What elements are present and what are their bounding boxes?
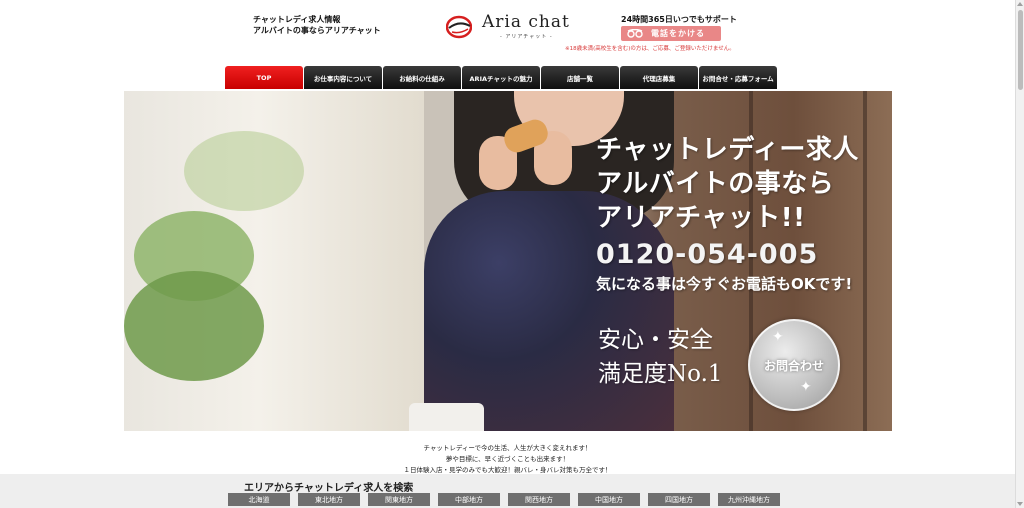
intro-text: チャットレディーで今の生活、人生が大きく変えれます！ 夢や目標に、早く近づくこと…: [0, 443, 1015, 476]
intro-line2: 夢や目標に、早く近づくことも出来ます！: [445, 455, 570, 463]
hero-safety-line2: 満足度No.1: [598, 361, 723, 387]
contact-button[interactable]: ✦ ✦ お問合わせ: [748, 319, 840, 411]
area-tab-shikoku[interactable]: 四国地方: [648, 493, 710, 506]
logo-subtitle: - アリアチャット -: [500, 34, 553, 40]
main-nav: TOP お仕事内容について お給料の仕組み ARIAチャットの魅力 店舗一覧 代…: [225, 66, 778, 89]
nav-item-agency[interactable]: 代理店募集: [620, 66, 698, 89]
age-notice: ※18歳未満(高校生を含む)の方は、ご応募、ご登録いただけません。: [565, 46, 735, 52]
area-tab-hokkaido[interactable]: 北海道: [228, 493, 290, 506]
hero-headline-line3: アリアチャット!!: [596, 203, 806, 233]
area-search-section: エリアからチャットレディ求人を検索 北海道 東北地方 関東地方 中部地方 関西地…: [0, 474, 1015, 508]
area-tab-tohoku[interactable]: 東北地方: [298, 493, 360, 506]
scroll-up-icon[interactable]: [1017, 2, 1023, 6]
hero-headline-line1: チャットレディー求人: [596, 135, 859, 165]
hero-cup: [409, 403, 484, 431]
area-search-title: エリアからチャットレディ求人を検索: [244, 483, 414, 494]
hero-phone-number[interactable]: 0120-054-005: [596, 239, 818, 270]
scrollbar-thumb[interactable]: [1018, 10, 1023, 90]
nav-item-appeal[interactable]: ARIAチャットの魅力: [462, 66, 540, 89]
page-scrollbar[interactable]: [1015, 0, 1024, 508]
area-tab-kansai[interactable]: 関西地方: [508, 493, 570, 506]
tagline-line2: アルバイトの事ならアリアチャット: [253, 26, 381, 35]
area-tab-kyushu-okinawa[interactable]: 九州沖縄地方: [718, 493, 780, 506]
site-logo[interactable]: Aria chat - アリアチャット -: [446, 12, 576, 42]
hero-foliage: [184, 131, 304, 211]
scroll-down-icon[interactable]: [1017, 502, 1023, 506]
intro-line1: チャットレディーで今の生活、人生が大きく変えれます！: [423, 444, 592, 452]
hero-safety-message: 安心・安全 満足度No.1: [598, 323, 723, 391]
nav-item-salary[interactable]: お給料の仕組み: [383, 66, 461, 89]
hero-headline: チャットレディー求人 アルバイトの事なら アリアチャット!!: [596, 133, 859, 235]
nav-item-top[interactable]: TOP: [225, 66, 303, 89]
nav-item-contact-form[interactable]: お問合せ・応募フォーム: [699, 66, 777, 89]
contact-button-label: お問合わせ: [763, 358, 824, 373]
logo-text: Aria chat: [482, 12, 570, 32]
area-tab-chugoku[interactable]: 中国地方: [578, 493, 640, 506]
hero-banner: チャットレディー求人 アルバイトの事なら アリアチャット!! 0120-054-…: [124, 91, 892, 431]
page: チャットレディ求人情報 アルバイトの事ならアリアチャット Aria chat -…: [0, 0, 1015, 508]
sparkle-icon: ✦: [772, 329, 784, 345]
tagline-line1: チャットレディ求人情報: [253, 15, 341, 24]
header-tagline: チャットレディ求人情報 アルバイトの事ならアリアチャット: [253, 14, 381, 36]
support-hours: 24時間365日いつでもサポート: [621, 15, 737, 24]
nav-item-job-description[interactable]: お仕事内容について: [304, 66, 382, 89]
call-button-label: 電話をかける: [651, 29, 705, 38]
hero-safety-line1: 安心・安全: [598, 327, 713, 353]
area-tab-chubu[interactable]: 中部地方: [438, 493, 500, 506]
hero-call-prompt: 気になる事は今すぐお電話もOKです!: [596, 275, 853, 293]
phone-icon: [627, 29, 643, 38]
hero-headline-line2: アルバイトの事なら: [596, 169, 835, 199]
sparkle-icon: ✦: [800, 379, 812, 395]
call-button[interactable]: 電話をかける: [621, 26, 721, 41]
area-tabs: 北海道 東北地方 関東地方 中部地方 関西地方 中国地方 四国地方 九州沖縄地方: [228, 493, 788, 506]
nav-item-stores[interactable]: 店舗一覧: [541, 66, 619, 89]
area-tab-kanto[interactable]: 関東地方: [368, 493, 430, 506]
logo-swoosh-icon: [446, 15, 472, 39]
hero-foliage: [124, 271, 264, 381]
